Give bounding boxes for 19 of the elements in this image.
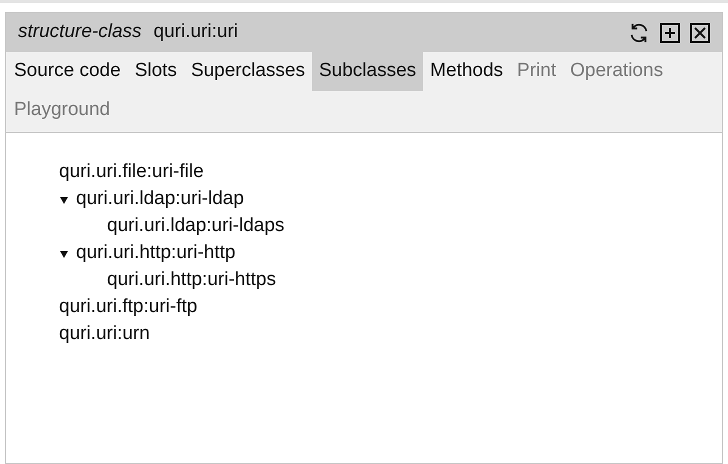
window-kind: structure-class [18, 20, 142, 44]
tree-item[interactable]: quri.uri.ldap:uri-ldap [76, 185, 244, 214]
tab[interactable]: Source code [7, 52, 128, 91]
tree-item[interactable]: quri.uri.http:uri-http [76, 239, 236, 268]
window-title: quri.uri:uri [154, 20, 238, 44]
refresh-icon[interactable] [628, 22, 650, 44]
caret-icon[interactable] [59, 248, 69, 258]
close-icon[interactable] [690, 22, 710, 42]
tab[interactable]: Slots [128, 52, 184, 91]
tree-item[interactable]: quri.uri:urn [59, 320, 150, 349]
tree-item[interactable]: quri.uri.ftp:uri-ftp [59, 293, 198, 322]
tree-item[interactable]: quri.uri.http:uri-https [107, 266, 276, 295]
tree-item[interactable]: quri.uri.file:uri-file [59, 158, 204, 187]
tab[interactable]: Superclasses [184, 52, 312, 91]
tab[interactable]: Methods [423, 52, 510, 91]
tree-item[interactable]: quri.uri.ldap:uri-ldaps [107, 212, 284, 241]
caret-icon[interactable] [59, 194, 69, 204]
tab[interactable]: Subclasses [312, 52, 424, 91]
maximize-icon[interactable] [660, 22, 680, 42]
